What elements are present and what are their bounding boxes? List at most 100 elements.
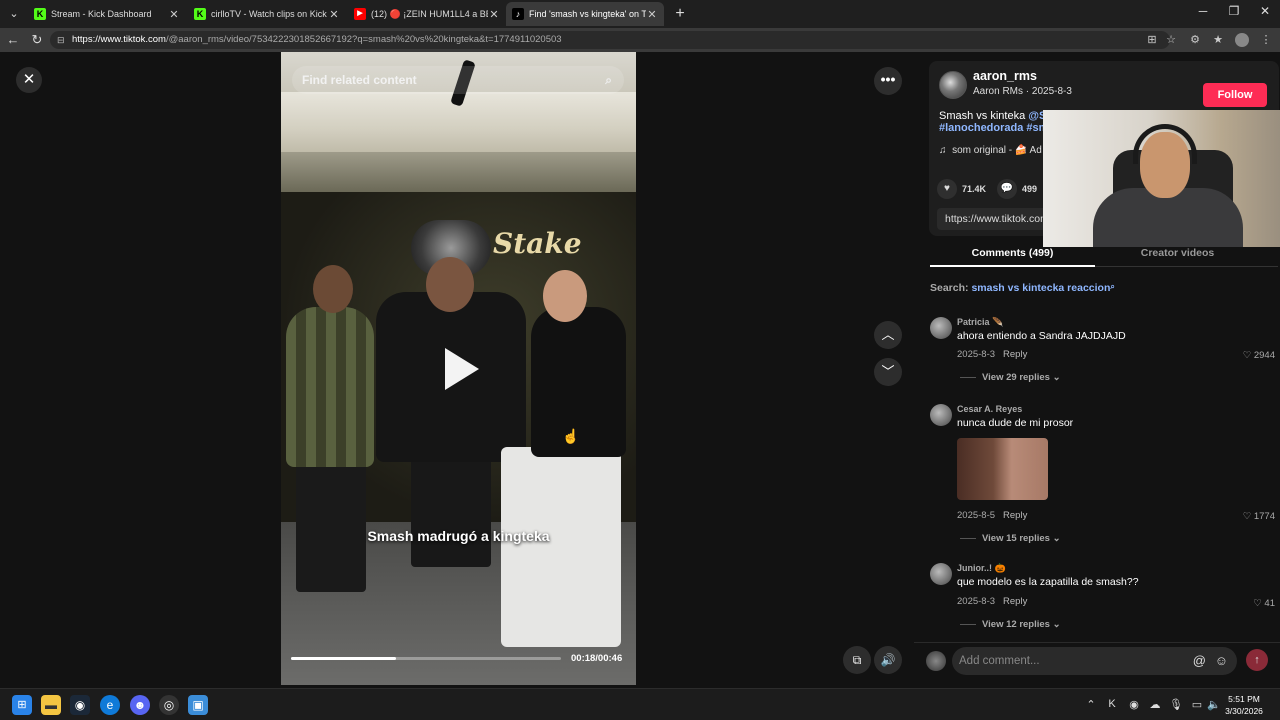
url-field[interactable]: ⊟ https://www.tiktok.com/@aaron_rms/vide…	[50, 31, 1170, 49]
comment-stat[interactable]: 💬 499	[997, 179, 1037, 199]
extensions-icon[interactable]: ⚙	[1188, 33, 1202, 47]
discord-icon[interactable]: ☻	[130, 695, 150, 715]
search-icon: ⌕	[1110, 282, 1115, 291]
author-username[interactable]: aaron_rms	[973, 69, 1037, 83]
steam-icon[interactable]: ◉	[70, 695, 90, 715]
restore-icon[interactable]: ❐	[1219, 4, 1249, 18]
tray-volume-icon[interactable]: 🔈	[1206, 698, 1222, 711]
comment-date: 2025-8-5	[957, 510, 996, 521]
emoji-icon[interactable]: ☺	[1215, 647, 1228, 675]
app-available-icon[interactable]: ⊞	[1145, 33, 1159, 47]
obs-icon[interactable]: ◎	[159, 695, 179, 715]
author-subtitle: Aaron RMs · 2025-8-3	[973, 86, 1072, 97]
back-icon[interactable]: ←	[4, 31, 22, 49]
commenter-name[interactable]: Patricia 🪶	[957, 317, 1003, 328]
tab-close-icon[interactable]: ✕	[328, 8, 340, 21]
mention-icon[interactable]: @	[1193, 647, 1206, 675]
send-comment-button[interactable]: ↑	[1246, 649, 1268, 671]
video-person	[411, 447, 491, 567]
like-stat[interactable]: ♥ 71.4K	[937, 179, 986, 199]
add-comment-input[interactable]: Add comment... @ ☺	[952, 647, 1237, 675]
search-icon[interactable]: ⌕	[605, 66, 612, 94]
reply-button[interactable]: Reply	[1003, 349, 1027, 360]
tray-kick-icon[interactable]: K	[1104, 698, 1120, 710]
edge-browser-icon[interactable]: e	[100, 695, 120, 715]
tab-close-icon[interactable]: ✕	[168, 8, 180, 21]
tray-microphone-icon[interactable]: 🎙	[1168, 698, 1184, 711]
comment-date: 2025-8-3	[957, 349, 996, 360]
search-suggestion-query[interactable]: smash vs kintecka reaccion	[971, 282, 1110, 294]
commenter-name[interactable]: Cesar A. Reyes	[957, 404, 1022, 414]
tab-youtube[interactable]: ▶ (12) 🔴 ¡ZEIN HUM1LL4 a BEBA! 🔴 ✕	[348, 2, 506, 26]
more-options-button[interactable]: •••	[874, 67, 902, 95]
reload-icon[interactable]: ↻	[28, 31, 46, 49]
comment-attached-image[interactable]	[957, 438, 1048, 500]
author-avatar[interactable]	[939, 71, 967, 99]
comment-likes[interactable]: ♡ 41	[1253, 598, 1275, 609]
address-bar-row: ← ↻ ⊟ https://www.tiktok.com/@aaron_rms/…	[0, 28, 1280, 52]
heart-icon[interactable]: ♥	[937, 179, 957, 199]
search-suggestion[interactable]: Search: smash vs kintecka reaccion⌕	[930, 282, 1115, 294]
tab-close-icon[interactable]: ✕	[646, 8, 658, 21]
more-menu-icon[interactable]: ⋮	[1259, 33, 1273, 47]
commenter-avatar[interactable]	[930, 317, 952, 339]
window-close-icon[interactable]: ✕	[1250, 4, 1280, 18]
tray-steam-icon[interactable]: ◉	[1126, 698, 1142, 711]
video-progress-bar[interactable]	[291, 657, 561, 660]
view-replies-button[interactable]: View 29 replies ⌄	[960, 372, 1061, 383]
tab-creator-videos[interactable]: Creator videos	[1095, 247, 1260, 259]
reply-button[interactable]: Reply	[1003, 510, 1027, 521]
tab-title: Stream - Kick Dashboard	[51, 9, 152, 19]
volume-icon[interactable]: 🔊	[874, 646, 902, 674]
tab-title: Find 'smash vs kingteka' on TikTok	[529, 9, 646, 19]
comment-likes[interactable]: ♡ 2944	[1243, 350, 1275, 361]
app-window-icon[interactable]: ▣	[188, 695, 208, 715]
next-video-button[interactable]: ﹀	[874, 358, 902, 386]
floating-player-button[interactable]: ⧉	[843, 646, 871, 674]
file-explorer-icon[interactable]: ▬	[41, 695, 61, 715]
post-hashtags[interactable]: #lanochedorada #sm	[939, 122, 1048, 134]
profile-avatar-icon[interactable]	[1235, 33, 1249, 47]
follow-button[interactable]: Follow	[1203, 83, 1267, 107]
tab-actions-menu-icon[interactable]: ⌄	[4, 4, 24, 24]
heart-outline-icon[interactable]: ♡	[1253, 598, 1262, 609]
new-tab-button[interactable]: +	[670, 4, 690, 24]
previous-video-button[interactable]: ︿	[874, 321, 902, 349]
view-replies-button[interactable]: View 15 replies ⌄	[960, 533, 1061, 544]
commenter-name[interactable]: Junior..! 🎃	[957, 563, 1006, 574]
my-avatar	[926, 651, 946, 671]
comment-bubble-icon[interactable]: 💬	[997, 179, 1017, 199]
video-brand-overlay: Stake	[493, 227, 582, 260]
site-info-icon[interactable]: ⊟	[57, 31, 65, 49]
close-video-button[interactable]: ✕	[16, 67, 42, 93]
tab-kick-dashboard[interactable]: K Stream - Kick Dashboard ✕	[28, 2, 186, 26]
comment-likes[interactable]: ♡ 1774	[1243, 511, 1275, 522]
youtube-icon: ▶	[354, 8, 366, 20]
favorite-star-icon[interactable]: ☆	[1164, 33, 1178, 47]
comment-item: Cesar A. Reyes nunca dude de mi prosor 2…	[930, 404, 1275, 544]
favorites-icon[interactable]: ★	[1211, 33, 1225, 47]
find-related-search[interactable]: Find related content ⌕	[292, 66, 624, 94]
tray-overflow-icon[interactable]: ⌃	[1083, 698, 1099, 711]
commenter-avatar[interactable]	[930, 563, 952, 585]
minimize-icon[interactable]: ─	[1188, 4, 1218, 18]
tab-close-icon[interactable]: ✕	[488, 8, 500, 21]
windows-start-icon[interactable]: ⊞	[12, 695, 32, 715]
heart-outline-icon[interactable]: ♡	[1243, 350, 1252, 361]
video-player[interactable]: Stake Find related content ⌕ Smash madru…	[281, 52, 636, 685]
tab-tiktok-search[interactable]: ♪ Find 'smash vs kingteka' on TikTok ✕	[506, 2, 664, 26]
url-host: https://www.tiktok.com	[72, 34, 166, 45]
heart-outline-icon[interactable]: ♡	[1243, 511, 1252, 522]
tray-network-icon[interactable]: ☁	[1147, 698, 1163, 711]
commenter-avatar[interactable]	[930, 404, 952, 426]
system-clock[interactable]: 5:51 PM 3/30/2026	[1224, 693, 1264, 717]
play-icon[interactable]	[445, 348, 479, 390]
music-row[interactable]: ♫ som original - 🍰 Ad	[939, 145, 1042, 156]
tray-display-icon[interactable]: ▭	[1189, 698, 1205, 711]
view-replies-button[interactable]: View 12 replies ⌄	[960, 619, 1061, 630]
comment-meta: 2025-8-5 Reply	[957, 510, 1027, 521]
tab-kick-clips[interactable]: K cirlloTV - Watch clips on Kick ✕	[188, 2, 346, 26]
tab-comments[interactable]: Comments (499)	[930, 247, 1095, 259]
video-person	[296, 452, 366, 592]
reply-button[interactable]: Reply	[1003, 596, 1027, 607]
